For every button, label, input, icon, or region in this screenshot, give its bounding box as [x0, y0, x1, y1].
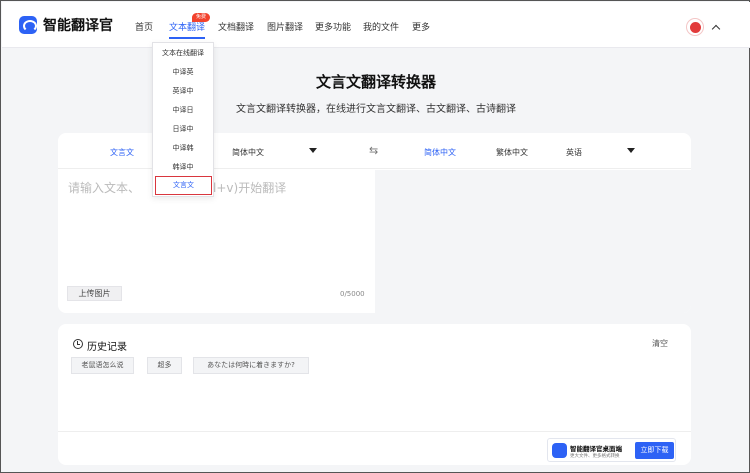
- dropdown-item-ja-zh[interactable]: 日译中: [153, 124, 213, 134]
- dropdown-item-zh-en[interactable]: 中译英: [153, 67, 213, 77]
- nav-document-translate[interactable]: 文档翻译: [218, 20, 254, 33]
- dropdown-item-zh-ja[interactable]: 中译日: [153, 105, 213, 115]
- history-item[interactable]: あなたは何時に着きますか?: [193, 357, 309, 374]
- source-language-active[interactable]: 文言文: [110, 147, 134, 158]
- app-logo-icon[interactable]: [19, 16, 37, 34]
- page-subtitle: 文言文翻译转换器，在线进行文言文翻译、古文翻译、古诗翻译: [236, 104, 516, 115]
- free-badge: 免费: [192, 13, 211, 22]
- history-clock-icon: [73, 339, 83, 349]
- nav-my-files[interactable]: 我的文件: [363, 20, 399, 33]
- desktop-app-logo-icon: [552, 443, 567, 458]
- dropdown-item-zh-ko[interactable]: 中译韩: [153, 143, 213, 153]
- source-language-option[interactable]: 简体中文: [232, 147, 264, 158]
- character-counter: 0/5000: [340, 290, 365, 298]
- nav-more[interactable]: 更多: [412, 20, 430, 33]
- download-now-button[interactable]: 立即下载: [635, 442, 674, 459]
- target-language-option-traditional[interactable]: 繁体中文: [496, 147, 528, 158]
- avatar[interactable]: [686, 18, 704, 36]
- promo-title: 智能翻译官桌面端: [570, 445, 622, 453]
- upload-image-button[interactable]: 上传图片: [67, 286, 122, 301]
- history-item[interactable]: 超多: [147, 357, 182, 374]
- dropdown-item-en-zh[interactable]: 英译中: [153, 86, 213, 96]
- target-language-active[interactable]: 简体中文: [424, 147, 456, 158]
- nav-more-features[interactable]: 更多功能: [315, 20, 351, 33]
- history-item[interactable]: 老鼠语怎么说: [71, 357, 134, 374]
- clear-history-button[interactable]: 清空: [652, 338, 668, 349]
- swap-languages-icon[interactable]: ⇆: [369, 144, 378, 157]
- nav-image-translate[interactable]: 图片翻译: [267, 20, 303, 33]
- input-placeholder-left: 请输入文本、: [68, 181, 141, 195]
- dropdown-item-classical-chinese[interactable]: 文言文: [155, 176, 212, 195]
- dropdown-item-online-translate[interactable]: 文本在线翻译: [153, 48, 213, 58]
- app-window: 智能翻译官 首页 文本翻译 免费 文档翻译 图片翻译 更多功能 我的文件 更多 …: [0, 0, 750, 473]
- translation-output-pane: [375, 170, 691, 313]
- history-divider: [58, 431, 691, 432]
- desktop-app-promo[interactable]: 智能翻译官桌面端 更大文件、更多格式转换 立即下载: [547, 438, 676, 462]
- history-title: 历史记录: [87, 342, 127, 353]
- brand-name[interactable]: 智能翻译官: [43, 15, 113, 35]
- target-language-caret-icon[interactable]: [627, 148, 635, 153]
- source-language-caret-icon[interactable]: [309, 148, 317, 153]
- target-language-option-english[interactable]: 英语: [566, 147, 582, 158]
- text-translate-dropdown-menu: 文本在线翻译 中译英 英译中 中译日 日译中 中译韩 韩译中 文言文: [152, 42, 214, 197]
- top-navigation-bar: 智能翻译官 首页 文本翻译 免费 文档翻译 图片翻译 更多功能 我的文件 更多: [2, 2, 750, 48]
- promo-subtitle: 更大文件、更多格式转换: [570, 454, 620, 459]
- dropdown-item-ko-zh[interactable]: 韩译中: [153, 162, 213, 172]
- page-title: 文言文翻译转换器: [315, 73, 436, 91]
- chevron-up-icon[interactable]: [711, 24, 721, 34]
- nav-home[interactable]: 首页: [135, 20, 153, 33]
